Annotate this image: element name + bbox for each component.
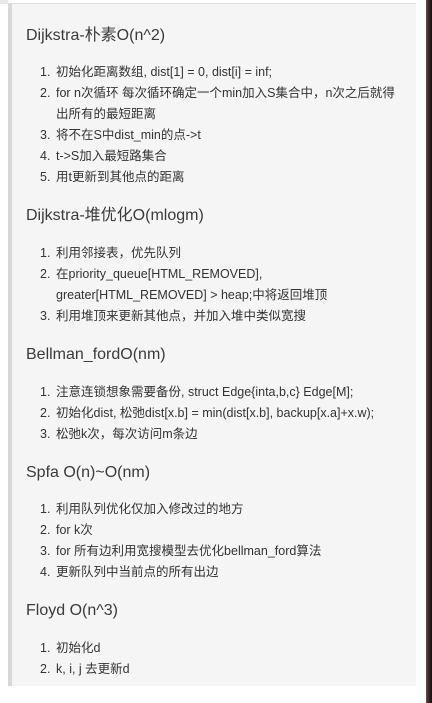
item-number: 2. bbox=[40, 86, 51, 100]
item-number: 3. bbox=[40, 128, 51, 142]
window-edge bbox=[426, 0, 432, 703]
top-corner bbox=[0, 0, 8, 4]
list-item: 3. 松弛k次，每次访问m条边 bbox=[26, 424, 406, 445]
section-title-dijkstra-naive: Dijkstra-朴素O(n^2) bbox=[26, 27, 166, 44]
item-text: 将不在S中dist_min的点->t bbox=[56, 128, 201, 142]
item-number: 4. bbox=[40, 149, 51, 163]
item-number: 5. bbox=[40, 170, 51, 184]
section-title-bellman-ford: Bellman_fordO(nm) bbox=[26, 346, 166, 363]
list-item: 2. 在priority_queue[HTML_REMOVED], greater… bbox=[26, 264, 406, 306]
item-text: t->S加入最短路集合 bbox=[56, 149, 167, 163]
item-number: 3. bbox=[40, 427, 51, 441]
item-text: 在priority_queue[HTML_REMOVED], greater[H… bbox=[56, 267, 328, 302]
list-item: 2. 初始化dist, 松弛dist[x.b] = min(dist[x.b], … bbox=[26, 403, 406, 424]
list-item: 5. 用t更新到其他点的距离 bbox=[26, 167, 406, 188]
item-text: for 所有边利用宽搜模型去优化bellman_ford算法 bbox=[56, 544, 322, 558]
list-item: 1. 初始化d bbox=[26, 638, 406, 659]
item-text: 利用邻接表，优先队列 bbox=[56, 246, 182, 260]
list-item: 2. for n次循环 每次循环确定一个min加入S集合中，n次之后就得出所有的最… bbox=[26, 83, 406, 125]
item-number: 1. bbox=[40, 385, 51, 399]
item-text: for k次 bbox=[56, 523, 93, 537]
item-text: 注意连锁想象需要备份, struct Edge{inta,b,c} Edge[M… bbox=[56, 385, 354, 399]
item-number: 4. bbox=[40, 565, 51, 579]
list-item: 3. for 所有边利用宽搜模型去优化bellman_ford算法 bbox=[26, 541, 406, 562]
item-text: 松弛k次，每次访问m条边 bbox=[56, 427, 198, 441]
list-item: 1. 利用邻接表，优先队列 bbox=[26, 243, 406, 264]
list-item: 3. 利用堆顶来更新其他点，并加入堆中类似宽搜 bbox=[26, 306, 406, 327]
section-title-dijkstra-heap: Dijkstra-堆优化O(mlogm) bbox=[26, 207, 204, 224]
list-item: 2. k, i, j 去更新d bbox=[26, 659, 406, 680]
item-text: 用t更新到其他点的距离 bbox=[56, 170, 185, 184]
item-text: for n次循环 每次循环确定一个min加入S集合中，n次之后就得出所有的最短距… bbox=[56, 86, 395, 121]
item-number: 2. bbox=[40, 662, 51, 676]
item-text: 利用队列优化仅加入修改过的地方 bbox=[56, 502, 244, 516]
list-item: 4. 更新队列中当前点的所有出边 bbox=[26, 562, 406, 583]
item-text: 初始化d bbox=[56, 641, 101, 655]
section-title-spfa: Spfa O(n)~O(nm) bbox=[26, 464, 151, 481]
item-number: 2. bbox=[40, 523, 51, 537]
item-text: 初始化距离数组, dist[1] = 0, dist[i] = inf; bbox=[56, 65, 273, 79]
section-title-floyd: Floyd O(n^3) bbox=[26, 602, 118, 619]
item-number: 2. bbox=[40, 267, 51, 281]
list-item: 1. 初始化距离数组, dist[1] = 0, dist[i] = inf; bbox=[26, 62, 406, 83]
item-number: 3. bbox=[40, 544, 51, 558]
item-number: 1. bbox=[40, 65, 51, 79]
steps-list-spfa: 1. 利用队列优化仅加入修改过的地方 2. for k次 3. for 所有边利用宽搜… bbox=[26, 499, 406, 583]
item-text: 利用堆顶来更新其他点，并加入堆中类似宽搜 bbox=[56, 309, 307, 323]
steps-list-floyd: 1. 初始化d 2. k, i, j 去更新d bbox=[26, 638, 406, 680]
item-text: k, i, j 去更新d bbox=[56, 662, 130, 676]
steps-list-dijkstra-heap: 1. 利用邻接表，优先队列 2. 在priority_queue[HTML_REMO… bbox=[26, 243, 406, 327]
item-text: 初始化dist, 松弛dist[x.b] = min(dist[x.b], ba… bbox=[56, 406, 375, 420]
steps-list-bellman-ford: 1. 注意连锁想象需要备份, struct Edge{inta,b,c} Edge… bbox=[26, 382, 406, 445]
list-item: 1. 利用队列优化仅加入修改过的地方 bbox=[26, 499, 406, 520]
item-number: 3. bbox=[40, 309, 51, 323]
list-item: 4. t->S加入最短路集合 bbox=[26, 146, 406, 167]
item-text: 更新队列中当前点的所有出边 bbox=[56, 565, 219, 579]
item-number: 1. bbox=[40, 641, 51, 655]
list-item: 1. 注意连锁想象需要备份, struct Edge{inta,b,c} Edge… bbox=[26, 382, 406, 403]
list-item: 3. 将不在S中dist_min的点->t bbox=[26, 125, 406, 146]
list-item: 2. for k次 bbox=[26, 520, 406, 541]
item-number: 1. bbox=[40, 246, 51, 260]
item-number: 1. bbox=[40, 502, 51, 516]
item-number: 2. bbox=[40, 406, 51, 420]
steps-list-dijkstra-naive: 1. 初始化距离数组, dist[1] = 0, dist[i] = inf; 2… bbox=[26, 62, 406, 188]
